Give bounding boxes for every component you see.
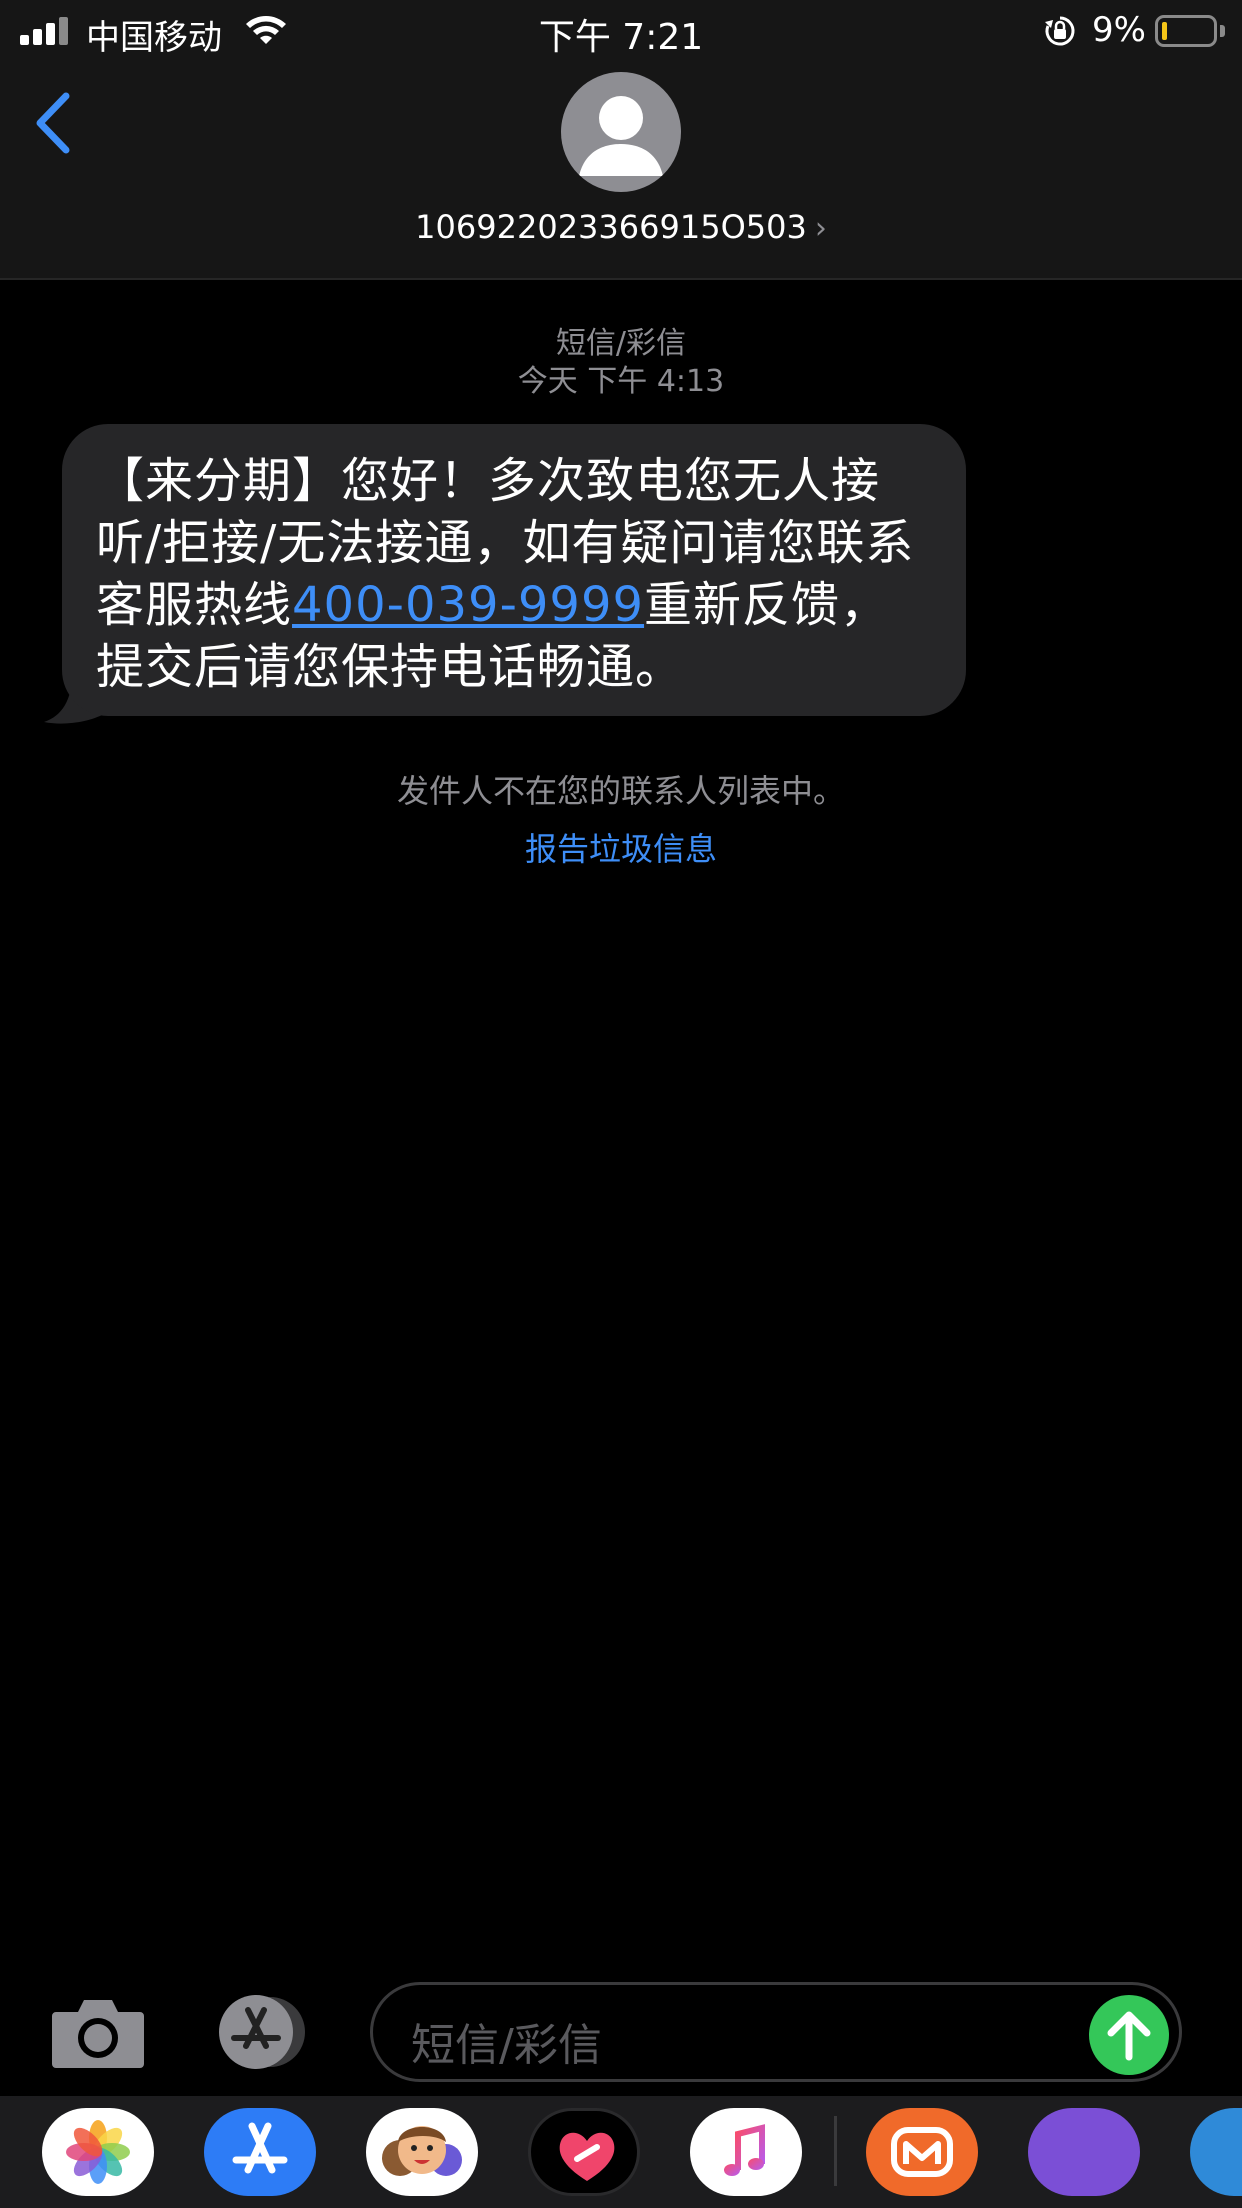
battery-tip xyxy=(1220,25,1225,37)
battery-icon xyxy=(1155,15,1217,47)
phone-link[interactable]: 400-039-9999 xyxy=(292,577,644,633)
camera-icon[interactable] xyxy=(50,1994,146,2070)
message-bubble[interactable]: 【来分期】您好！多次致电您无人接听/拒接/无法接通，如有疑问请您联系客服热线40… xyxy=(44,424,966,724)
app-drawer xyxy=(0,2096,1242,2208)
contact-number-text: 106922023366915O503 xyxy=(415,208,807,246)
app-store-icon[interactable] xyxy=(208,1994,318,2070)
app-icon[interactable] xyxy=(1028,2108,1140,2196)
app-store-icon[interactable] xyxy=(204,2108,316,2196)
arrow-up-icon xyxy=(1107,2011,1151,2061)
battery-percent: 9% xyxy=(1092,10,1146,50)
message-timestamp: 今天 下午 4:13 xyxy=(517,364,725,399)
status-bar: 中国移动 下午 7:21 9% xyxy=(0,0,1242,62)
orientation-lock-icon xyxy=(1045,16,1075,46)
photos-icon[interactable] xyxy=(42,2108,154,2196)
music-icon[interactable] xyxy=(690,2108,802,2196)
send-button[interactable] xyxy=(1089,1995,1169,2075)
drawer-divider xyxy=(834,2116,837,2186)
unknown-sender-notice: 发件人不在您的联系人列表中。 xyxy=(396,772,845,810)
message-text: 【来分期】您好！多次致电您无人接听/拒接/无法接通，如有疑问请您联系客服热线40… xyxy=(62,424,966,716)
app-icon[interactable] xyxy=(1190,2108,1242,2196)
chevron-right-icon: › xyxy=(814,211,827,246)
person-icon xyxy=(579,96,663,176)
message-input-placeholder: 短信/彩信 xyxy=(411,2020,602,2071)
report-junk-link[interactable]: 报告垃圾信息 xyxy=(0,824,1242,870)
message-input[interactable]: 短信/彩信 xyxy=(370,1982,1182,2082)
contact-number[interactable]: 106922023366915O503 › xyxy=(0,208,1242,246)
conversation-header: 中国移动 下午 7:21 9% 106922023366915O503 › xyxy=(0,0,1242,280)
digital-touch-icon[interactable] xyxy=(528,2108,640,2196)
mango-tv-icon[interactable] xyxy=(866,2108,978,2196)
contact-avatar[interactable] xyxy=(561,72,681,192)
memoji-icon[interactable] xyxy=(366,2108,478,2196)
chevron-left-icon[interactable] xyxy=(30,88,80,158)
